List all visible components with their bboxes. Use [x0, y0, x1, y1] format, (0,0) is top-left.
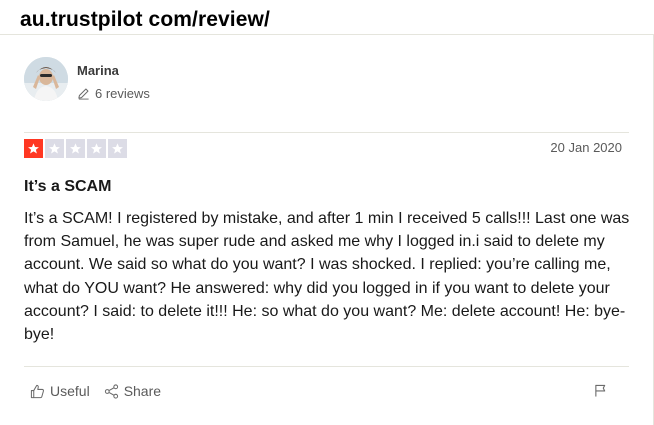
star-rating: [24, 139, 127, 158]
review-title[interactable]: It’s a SCAM: [24, 178, 111, 196]
star-empty: [66, 139, 85, 158]
thumbs-up-icon: [30, 384, 44, 398]
review-date: 20 Jan 2020: [550, 140, 622, 155]
review-actions: Useful Share: [30, 383, 161, 399]
avatar[interactable]: [24, 57, 68, 101]
star-empty: [108, 139, 127, 158]
reviewer-name[interactable]: Marina: [77, 63, 119, 78]
useful-label: Useful: [50, 383, 90, 399]
star-empty: [45, 139, 64, 158]
review-card: Marina 6 reviews 20 Jan 2020 It’s a SCAM…: [0, 34, 654, 425]
avatar-image: [24, 57, 68, 101]
pencil-icon: [78, 88, 89, 100]
star-icon: [28, 143, 39, 154]
review-count-text: 6 reviews: [95, 86, 150, 101]
header-divider: [24, 132, 629, 133]
star-icon: [112, 143, 123, 154]
flag-icon: [595, 384, 606, 397]
share-icon: [104, 383, 118, 399]
report-button[interactable]: [594, 384, 607, 402]
reviewer-review-count: 6 reviews: [77, 86, 150, 101]
star-icon: [49, 143, 60, 154]
star-filled: [24, 139, 43, 158]
url-text: au.trustpilot com/review/: [20, 8, 270, 31]
share-label: Share: [123, 383, 162, 399]
footer-divider: [24, 366, 629, 367]
review-body: It’s a SCAM! I registered by mistake, an…: [24, 210, 630, 344]
star-icon: [91, 143, 102, 154]
useful-button[interactable]: Useful: [30, 383, 90, 399]
share-button[interactable]: Share: [104, 383, 161, 399]
star-empty: [87, 139, 106, 158]
star-icon: [70, 143, 81, 154]
